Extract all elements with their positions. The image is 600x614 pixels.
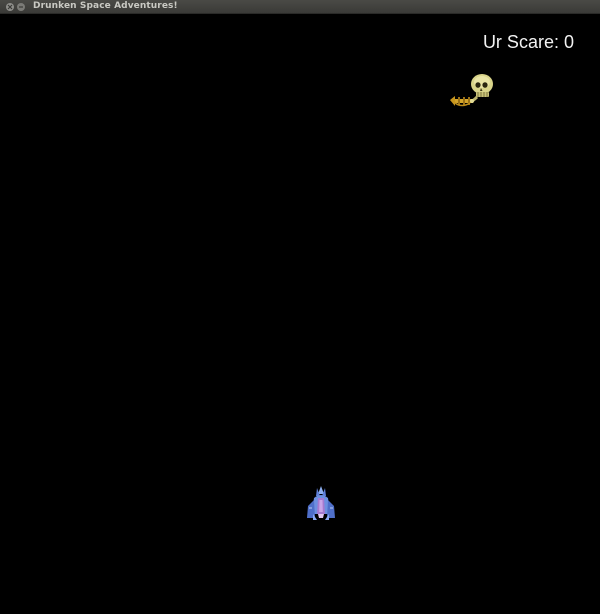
score-value: 0 bbox=[563, 32, 574, 52]
score-display: Ur Scare: 0 bbox=[483, 32, 574, 53]
skull-icon bbox=[470, 74, 493, 103]
close-icon bbox=[7, 4, 13, 9]
skull-trumpet-sprite bbox=[450, 74, 493, 107]
close-button[interactable] bbox=[6, 2, 14, 11]
minimize-icon bbox=[19, 5, 23, 8]
window-title: Drunken Space Adventures! bbox=[33, 1, 178, 11]
game-canvas[interactable]: Ur Scare: 0 bbox=[0, 14, 600, 614]
minimize-button[interactable] bbox=[17, 2, 25, 11]
spaceship-sprite bbox=[307, 486, 335, 520]
spaceship-icon bbox=[307, 486, 335, 520]
window-titlebar[interactable]: Drunken Space Adventures! bbox=[0, 0, 600, 14]
game-window: Drunken Space Adventures! Ur Scare: 0 bbox=[0, 0, 600, 614]
score-label: Ur Scare: bbox=[482, 32, 559, 52]
trumpet-icon bbox=[450, 96, 473, 107]
